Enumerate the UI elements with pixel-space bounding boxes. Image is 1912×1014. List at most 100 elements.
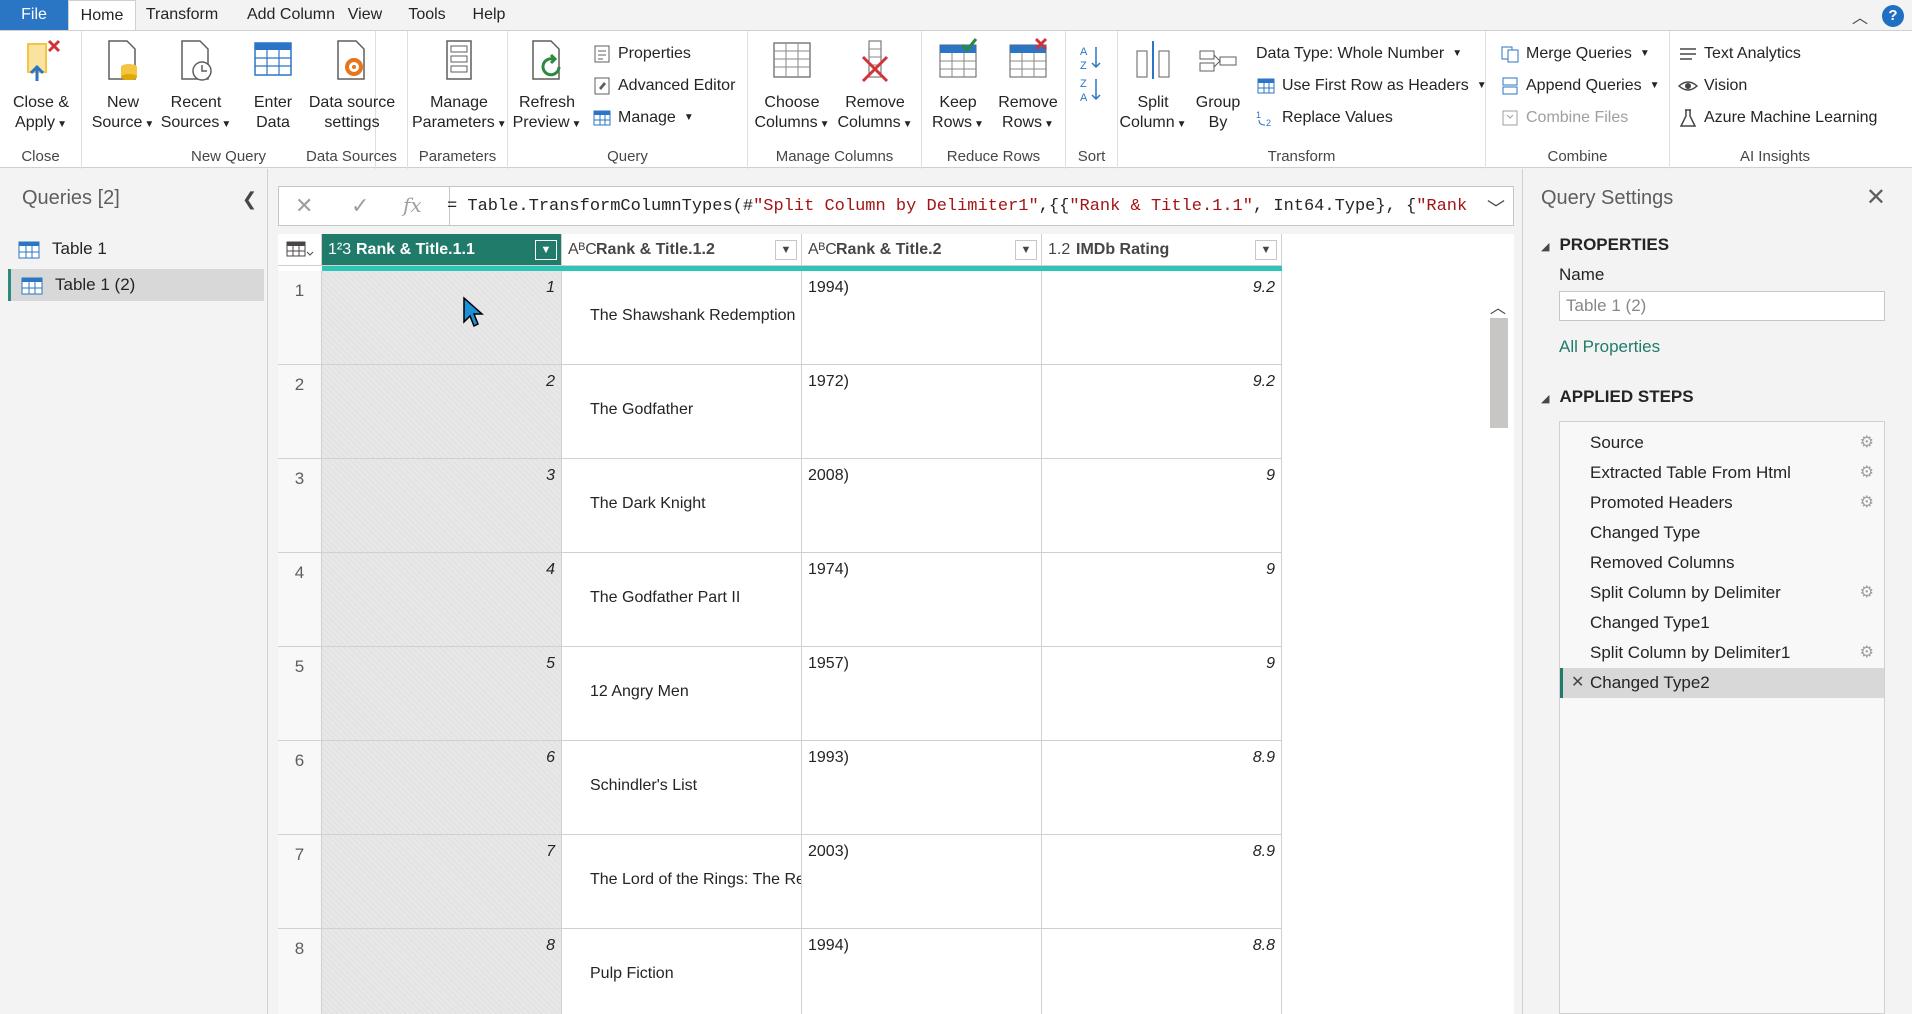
use-first-row-headers-button[interactable]: Use First Row as Headers ▼: [1256, 73, 1487, 99]
step-settings-gear-icon[interactable]: ⚙: [1860, 428, 1874, 458]
advanced-editor-button[interactable]: Advanced Editor: [592, 73, 735, 99]
query-item[interactable]: Table 1: [8, 233, 264, 265]
cell-year[interactable]: 1994): [802, 271, 1042, 365]
tab-help[interactable]: Help: [466, 0, 512, 30]
cell-rank[interactable]: 2: [322, 365, 562, 459]
cell-rating[interactable]: 8.9: [1042, 835, 1282, 929]
cell-rank[interactable]: 6: [322, 741, 562, 835]
row-number[interactable]: 3: [278, 459, 322, 553]
tab-home[interactable]: Home: [68, 0, 136, 31]
cell-title[interactable]: 12 Angry Men: [562, 647, 802, 741]
azure-ml-button[interactable]: Azure Machine Learning: [1678, 105, 1877, 131]
vertical-scrollbar[interactable]: ︿: [1488, 294, 1510, 1014]
column-header-rank[interactable]: 1²3 Rank & Title.1.1 ▼: [322, 234, 562, 266]
split-column-button[interactable]: Split Column ▼: [1118, 37, 1188, 135]
row-number[interactable]: 2: [278, 365, 322, 459]
text-type-icon[interactable]: AᴮC: [568, 234, 597, 266]
all-properties-link[interactable]: All Properties: [1559, 337, 1660, 357]
combine-files-button[interactable]: Combine Files: [1500, 105, 1628, 131]
sort-descending-button[interactable]: Z A: [1080, 75, 1104, 108]
query-name-input[interactable]: [1559, 291, 1885, 321]
delete-step-icon[interactable]: ✕: [1571, 668, 1584, 698]
close-icon[interactable]: ✕: [1866, 183, 1886, 212]
cell-title[interactable]: Pulp Fiction: [562, 929, 802, 1014]
cell-year[interactable]: 1972): [802, 365, 1042, 459]
row-number[interactable]: 7: [278, 835, 322, 929]
tab-tools[interactable]: Tools: [402, 0, 452, 30]
cell-year[interactable]: 2008): [802, 459, 1042, 553]
applied-step[interactable]: Changed Type: [1560, 518, 1884, 548]
cell-rank[interactable]: 8: [322, 929, 562, 1014]
applied-step[interactable]: Promoted Headers ⚙: [1560, 488, 1884, 518]
help-icon[interactable]: ?: [1882, 5, 1904, 27]
cell-rank[interactable]: 3: [322, 459, 562, 553]
applied-step-current[interactable]: ✕ Changed Type2: [1560, 668, 1884, 698]
data-source-settings-button[interactable]: Data source settings: [300, 37, 404, 133]
row-number[interactable]: 5: [278, 647, 322, 741]
properties-section[interactable]: ◢ PROPERTIES: [1541, 235, 1669, 255]
row-number[interactable]: 8: [278, 929, 322, 1014]
cell-title[interactable]: The Dark Knight: [562, 459, 802, 553]
applied-step[interactable]: Source ⚙: [1560, 428, 1884, 458]
close-apply-button[interactable]: Close & Apply ▼: [6, 37, 76, 135]
filter-dropdown-icon[interactable]: ▼: [535, 240, 557, 260]
recent-sources-button[interactable]: Recent Sources ▼: [156, 37, 236, 135]
tab-transform[interactable]: Transform: [138, 0, 226, 30]
properties-button[interactable]: Properties: [592, 41, 691, 67]
manage-parameters-button[interactable]: Manage Parameters ▼: [412, 37, 507, 135]
scrollbar-thumb[interactable]: [1490, 318, 1508, 428]
text-type-icon[interactable]: AᴮC: [808, 234, 837, 266]
cell-rank[interactable]: 5: [322, 647, 562, 741]
applied-step[interactable]: Extracted Table From Html ⚙: [1560, 458, 1884, 488]
expand-formula-icon[interactable]: ﹀: [1487, 195, 1505, 221]
tab-view[interactable]: View: [342, 0, 388, 30]
cell-rating[interactable]: 9: [1042, 553, 1282, 647]
fx-icon[interactable]: fx: [403, 193, 422, 217]
cell-rating[interactable]: 8.8: [1042, 929, 1282, 1014]
group-by-button[interactable]: Group By: [1190, 37, 1246, 133]
applied-steps-section[interactable]: ◢ APPLIED STEPS: [1541, 387, 1694, 407]
new-source-button[interactable]: New Source ▼: [90, 37, 156, 135]
keep-rows-button[interactable]: Keep Rows ▼: [926, 37, 990, 135]
vision-button[interactable]: Vision: [1678, 73, 1747, 99]
step-settings-gear-icon[interactable]: ⚙: [1860, 458, 1874, 488]
cell-rank[interactable]: 1: [322, 271, 562, 365]
cell-title[interactable]: The Shawshank Redemption: [562, 271, 802, 365]
cell-year[interactable]: 1993): [802, 741, 1042, 835]
cell-rank[interactable]: 7: [322, 835, 562, 929]
data-type-dropdown[interactable]: Data Type: Whole Number ▼: [1256, 41, 1462, 67]
cell-rating[interactable]: 9.2: [1042, 365, 1282, 459]
cell-title[interactable]: The Godfather Part II: [562, 553, 802, 647]
tab-add-column[interactable]: Add Column: [236, 0, 346, 30]
text-analytics-button[interactable]: Text Analytics: [1678, 41, 1801, 67]
formula-input[interactable]: = Table.TransformColumnTypes(#"Split Col…: [447, 197, 1467, 216]
remove-rows-button[interactable]: Remove Rows ▼: [994, 37, 1062, 135]
column-header-rating[interactable]: 1.2 IMDb Rating ▼: [1042, 234, 1282, 266]
cell-year[interactable]: 1974): [802, 553, 1042, 647]
cancel-formula-icon[interactable]: ✕: [295, 193, 313, 219]
scroll-up-icon[interactable]: ︿: [1490, 294, 1506, 318]
refresh-preview-button[interactable]: Refresh Preview ▼: [512, 37, 582, 135]
step-settings-gear-icon[interactable]: ⚙: [1860, 488, 1874, 518]
replace-values-button[interactable]: 12 Replace Values: [1256, 105, 1393, 131]
filter-dropdown-icon[interactable]: ▼: [1255, 240, 1277, 260]
applied-step[interactable]: Split Column by Delimiter ⚙: [1560, 578, 1884, 608]
merge-queries-button[interactable]: Merge Queries ▼: [1500, 41, 1650, 67]
column-header-year[interactable]: AᴮC Rank & Title.2 ▼: [802, 234, 1042, 266]
step-settings-gear-icon[interactable]: ⚙: [1860, 638, 1874, 668]
append-queries-button[interactable]: Append Queries ▼: [1500, 73, 1660, 99]
whole-number-type-icon[interactable]: 1²3: [328, 234, 351, 266]
decimal-type-icon[interactable]: 1.2: [1048, 234, 1070, 266]
cell-rank[interactable]: 4: [322, 553, 562, 647]
remove-columns-button[interactable]: Remove Columns ▼: [832, 37, 918, 135]
step-settings-gear-icon[interactable]: ⚙: [1860, 578, 1874, 608]
filter-dropdown-icon[interactable]: ▼: [1015, 240, 1037, 260]
collapse-queries-icon[interactable]: ❮: [242, 189, 257, 210]
applied-step[interactable]: Removed Columns: [1560, 548, 1884, 578]
applied-step[interactable]: Split Column by Delimiter1 ⚙: [1560, 638, 1884, 668]
manage-button[interactable]: Manage ▼: [592, 105, 694, 131]
choose-columns-button[interactable]: Choose Columns ▼: [752, 37, 832, 135]
cell-title[interactable]: Schindler's List: [562, 741, 802, 835]
cell-year[interactable]: 1957): [802, 647, 1042, 741]
cell-rating[interactable]: 9.2: [1042, 271, 1282, 365]
